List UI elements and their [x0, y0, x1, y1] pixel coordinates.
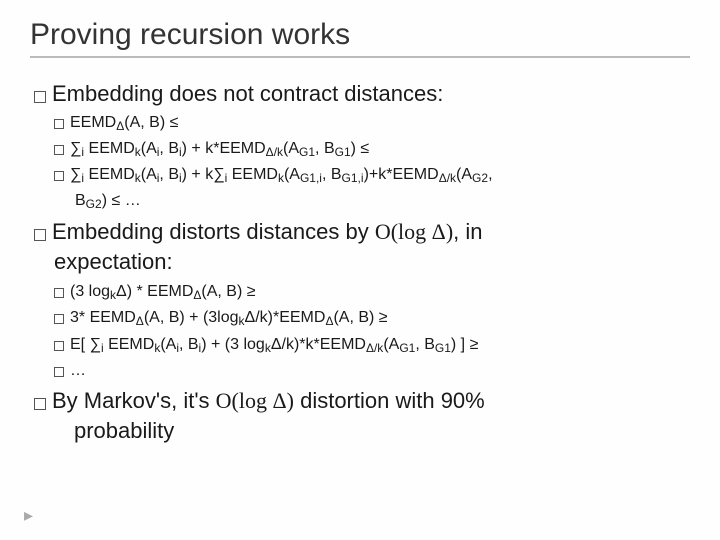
square-bullet-icon — [54, 119, 64, 129]
sub-bullet: ∑i EEMDk(Ai, Bi) + k*EEMDΔ/k(AG1, BG1) ≤ — [54, 138, 690, 160]
sub-bullet-text: (3 logkΔ) * EEMDΔ(A, B) ≥ — [70, 281, 690, 303]
bullet-2-text-a: Embedding distorts distances by — [52, 219, 375, 244]
square-bullet-icon — [54, 314, 64, 324]
slide: Proving recursion works Embedding does n… — [0, 0, 720, 540]
sub-bullet-text: E[ ∑i EEMDk(Ai, Bi) + (3 logkΔ/k)*k*EEMD… — [70, 334, 690, 356]
bullet-2-subs: (3 logkΔ) * EEMDΔ(A, B) ≥ 3* EEMDΔ(A, B) … — [30, 281, 690, 381]
sub-bullet: EEMDΔ(A, B) ≤ — [54, 112, 690, 134]
square-bullet-icon — [54, 145, 64, 155]
square-bullet-icon — [34, 398, 46, 410]
bullet-2-math: O(log Δ) — [375, 219, 453, 244]
sub-bullet: (3 logkΔ) * EEMDΔ(A, B) ≥ — [54, 281, 690, 303]
bullet-2-text-c: , in — [453, 219, 482, 244]
square-bullet-icon — [54, 171, 64, 181]
sub-bullet: ∑i EEMDk(Ai, Bi) + k∑i EEMDk(AG1,i, BG1,… — [54, 164, 690, 186]
bullet-2: Embedding distorts distances by O(log Δ)… — [34, 218, 690, 246]
square-bullet-icon — [54, 288, 64, 298]
sub-bullet-text: ∑i EEMDk(Ai, Bi) + k∑i EEMDk(AG1,i, BG1,… — [70, 164, 690, 186]
square-bullet-icon — [54, 341, 64, 351]
sub-bullet-text: … — [70, 360, 690, 382]
bullet-1-subs: EEMDΔ(A, B) ≤ ∑i EEMDk(Ai, Bi) + k*EEMDΔ/… — [30, 112, 690, 213]
sub-bullet: E[ ∑i EEMDk(Ai, Bi) + (3 logkΔ/k)*k*EEMD… — [54, 334, 690, 356]
bullet-3: By Markov's, it's O(log Δ) distortion wi… — [34, 387, 690, 415]
bullet-3-text: By Markov's, it's O(log Δ) distortion wi… — [52, 387, 690, 415]
square-bullet-icon — [54, 367, 64, 377]
sub-bullet: … — [54, 360, 690, 382]
sub-bullet: 3* EEMDΔ(A, B) + (3logkΔ/k)*EEMDΔ(A, B) … — [54, 307, 690, 329]
sub-bullet-text: EEMDΔ(A, B) ≤ — [70, 112, 690, 134]
sub-bullet-cont: BG2) ≤ … — [75, 190, 690, 212]
sub-bullet-text: 3* EEMDΔ(A, B) + (3logkΔ/k)*EEMDΔ(A, B) … — [70, 307, 690, 329]
bullet-3-math: O(log Δ) — [216, 388, 294, 413]
bullet-1: Embedding does not contract distances: — [34, 80, 690, 108]
bullet-2-text: Embedding distorts distances by O(log Δ)… — [52, 218, 690, 246]
bullet-3-cont: probability — [74, 417, 690, 445]
sub-bullet-text: ∑i EEMDk(Ai, Bi) + k*EEMDΔ/k(AG1, BG1) ≤ — [70, 138, 690, 160]
nav-arrow-icon: ▸ — [24, 505, 33, 526]
bullet-1-text: Embedding does not contract distances: — [52, 80, 690, 108]
bullet-2-cont: expectation: — [54, 248, 690, 276]
bullet-3-text-c: distortion with 90% — [294, 388, 485, 413]
slide-title: Proving recursion works — [30, 18, 690, 58]
square-bullet-icon — [34, 91, 46, 103]
square-bullet-icon — [34, 229, 46, 241]
bullet-3-text-a: By Markov's, it's — [52, 388, 216, 413]
